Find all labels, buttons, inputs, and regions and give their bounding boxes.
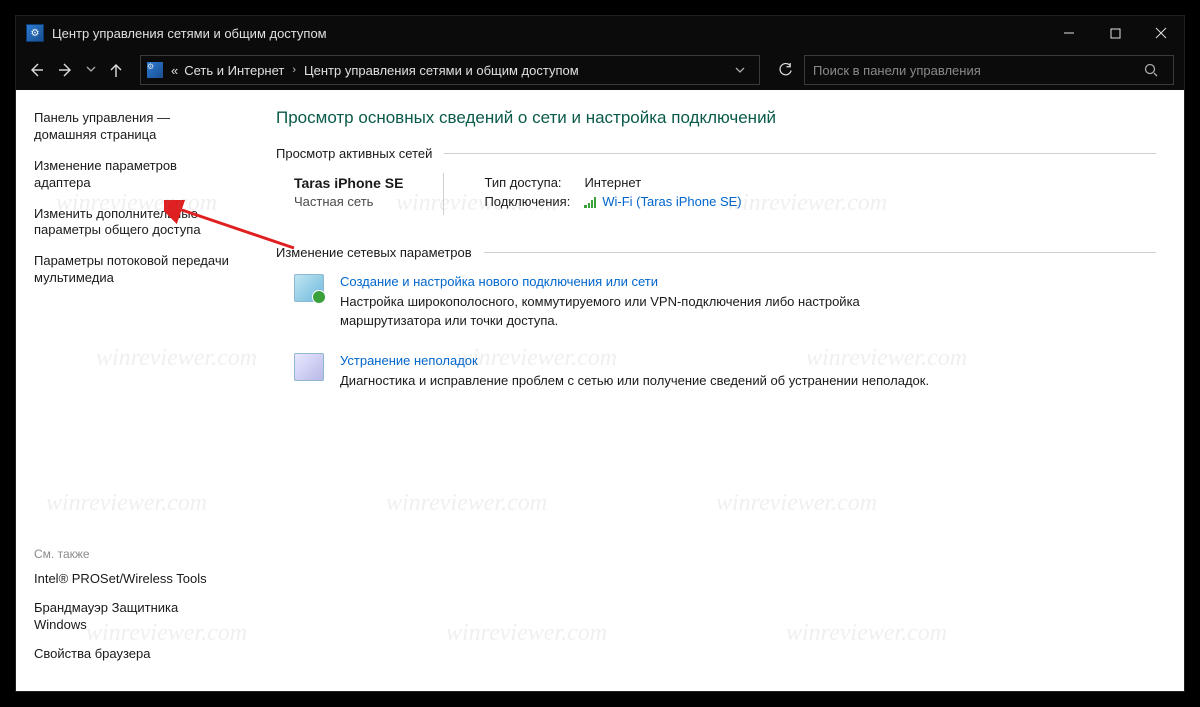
active-network-block: Taras iPhone SE Частная сеть Тип доступа…: [294, 175, 1156, 213]
task-link-troubleshoot[interactable]: Устранение неполадок: [340, 353, 950, 368]
connections-label: Подключения:: [484, 194, 584, 209]
access-type-value: Интернет: [584, 175, 641, 190]
section-label: Изменение сетевых параметров: [276, 245, 472, 260]
page-title: Просмотр основных сведений о сети и наст…: [276, 108, 1156, 128]
sidebar-item-sharing-settings[interactable]: Изменить дополнительные параметры общего…: [34, 206, 230, 240]
main-panel: Просмотр основных сведений о сети и наст…: [246, 90, 1184, 691]
address-dropdown[interactable]: [727, 65, 753, 75]
breadcrumb[interactable]: Сеть и Интернет: [184, 63, 284, 78]
content-area: Панель управления — домашняя страница Из…: [16, 90, 1184, 691]
window-title: Центр управления сетями и общим доступом: [52, 26, 1046, 41]
search-input[interactable]: [813, 63, 1137, 78]
wifi-signal-icon: [584, 196, 596, 208]
connection-name: Wi-Fi (Taras iPhone SE): [602, 194, 741, 209]
close-button[interactable]: [1138, 16, 1184, 50]
access-type-label: Тип доступа:: [484, 175, 584, 190]
up-button[interactable]: [102, 56, 130, 84]
connection-link[interactable]: Wi-Fi (Taras iPhone SE): [584, 194, 741, 209]
new-connection-icon: [294, 274, 324, 302]
toolbar: ⚙ « Сеть и Интернет › Центр управления с…: [16, 50, 1184, 90]
task-new-connection: Создание и настройка нового подключения …: [294, 274, 1156, 331]
search-icon[interactable]: [1137, 63, 1165, 77]
chevron-right-icon: ›: [292, 64, 296, 76]
breadcrumb[interactable]: Центр управления сетями и общим доступом: [304, 63, 579, 78]
section-label: Просмотр активных сетей: [276, 146, 432, 161]
troubleshoot-icon: [294, 353, 324, 381]
see-also-firewall[interactable]: Брандмауэр Защитника Windows: [34, 600, 230, 634]
forward-button[interactable]: [52, 56, 80, 84]
sidebar-item-media-streaming[interactable]: Параметры потоковой передачи мультимедиа: [34, 253, 230, 287]
sidebar-item-home[interactable]: Панель управления — домашняя страница: [34, 110, 230, 144]
sidebar-item-adapter-settings[interactable]: Изменение параметров адаптера: [34, 158, 230, 192]
back-button[interactable]: [22, 56, 50, 84]
titlebar: ⚙ Центр управления сетями и общим доступ…: [16, 16, 1184, 50]
task-link-new-connection[interactable]: Создание и настройка нового подключения …: [340, 274, 950, 289]
refresh-button[interactable]: [768, 55, 802, 85]
address-prefix: «: [171, 63, 178, 78]
task-description: Диагностика и исправление проблем с сеть…: [340, 372, 950, 391]
address-bar[interactable]: ⚙ « Сеть и Интернет › Центр управления с…: [140, 55, 760, 85]
minimize-button[interactable]: [1046, 16, 1092, 50]
maximize-button[interactable]: [1092, 16, 1138, 50]
see-also-header: См. также: [34, 547, 230, 561]
control-panel-icon: ⚙: [147, 62, 163, 78]
window: ⚙ Центр управления сетями и общим доступ…: [15, 15, 1185, 692]
task-troubleshoot: Устранение неполадок Диагностика и испра…: [294, 353, 1156, 391]
section-change-settings: Изменение сетевых параметров: [276, 245, 1156, 260]
network-type: Частная сеть: [294, 194, 403, 209]
history-dropdown[interactable]: [82, 64, 100, 77]
see-also-internet-options[interactable]: Свойства браузера: [34, 646, 230, 663]
search-box[interactable]: [804, 55, 1174, 85]
section-active-networks: Просмотр активных сетей: [276, 146, 1156, 161]
sidebar: Панель управления — домашняя страница Из…: [16, 90, 246, 691]
control-panel-icon: ⚙: [26, 24, 44, 42]
see-also-intel-proset[interactable]: Intel® PROSet/Wireless Tools: [34, 571, 230, 588]
network-name: Taras iPhone SE: [294, 175, 403, 191]
task-description: Настройка широкополосного, коммутируемог…: [340, 293, 950, 331]
